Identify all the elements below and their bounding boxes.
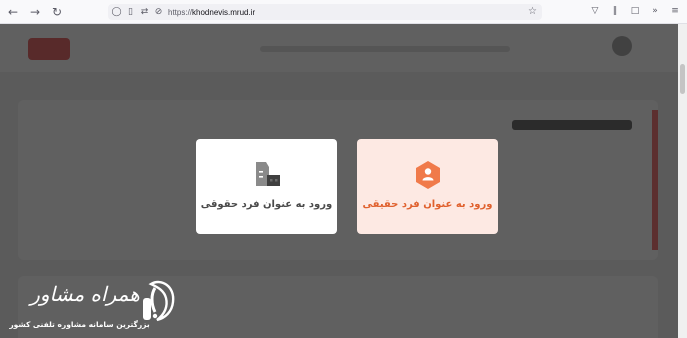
page-icon[interactable]: ▯ [125, 7, 136, 18]
url-bar[interactable]: ◯ ▯ ⇄ ⊘ https://khodnevis.mrud.ir ☆ [108, 4, 542, 20]
library-icon[interactable]: ‖ [609, 4, 621, 18]
back-icon[interactable]: ← [4, 3, 22, 21]
pocket-icon[interactable]: ▽ [589, 4, 601, 18]
overflow-icon[interactable]: » [649, 4, 661, 18]
url-domain: khodnevis.mrud.ir [192, 7, 256, 17]
login-real-person-label: ورود به عنوان فرد حقیقی [362, 199, 493, 210]
permissions-icon[interactable]: ⊘ [153, 7, 164, 18]
watermark: همراه مشاور بزرگترین سامانه مشاوره تلفنی… [5, 276, 180, 336]
login-real-person-button[interactable]: ورود به عنوان فرد حقیقی [357, 139, 498, 234]
building-icon [252, 159, 282, 189]
reload-icon[interactable]: ↻ [48, 3, 66, 21]
url-text[interactable]: https://khodnevis.mrud.ir [168, 8, 255, 17]
scrollbar[interactable] [678, 24, 687, 338]
login-legal-person-label: ورود به عنوان فرد حقوقی [200, 199, 333, 210]
extensions-icon[interactable]: □ [629, 4, 641, 18]
watermark-title: همراه مشاور [30, 282, 140, 306]
menu-icon[interactable]: ≡ [669, 4, 681, 18]
watermark-logo-icon [143, 280, 175, 322]
person-icon [413, 159, 443, 189]
login-legal-person-button[interactable]: ورود به عنوان فرد حقوقی [196, 139, 337, 234]
browser-toolbar: ← → ↻ ◯ ▯ ⇄ ⊘ https://khodnevis.mrud.ir … [0, 0, 687, 24]
toolbar-right: ▽ ‖ □ » ≡ [589, 4, 681, 18]
watermark-subtitle: بزرگترین سامانه مشاوره تلفنی کشور [9, 320, 150, 329]
star-icon[interactable]: ☆ [528, 6, 537, 17]
scroll-thumb[interactable] [680, 64, 685, 94]
shield-icon[interactable]: ◯ [111, 7, 122, 18]
tracking-icon[interactable]: ⇄ [139, 7, 150, 18]
url-prefix: https:// [168, 7, 193, 17]
forward-icon[interactable]: → [26, 3, 44, 21]
